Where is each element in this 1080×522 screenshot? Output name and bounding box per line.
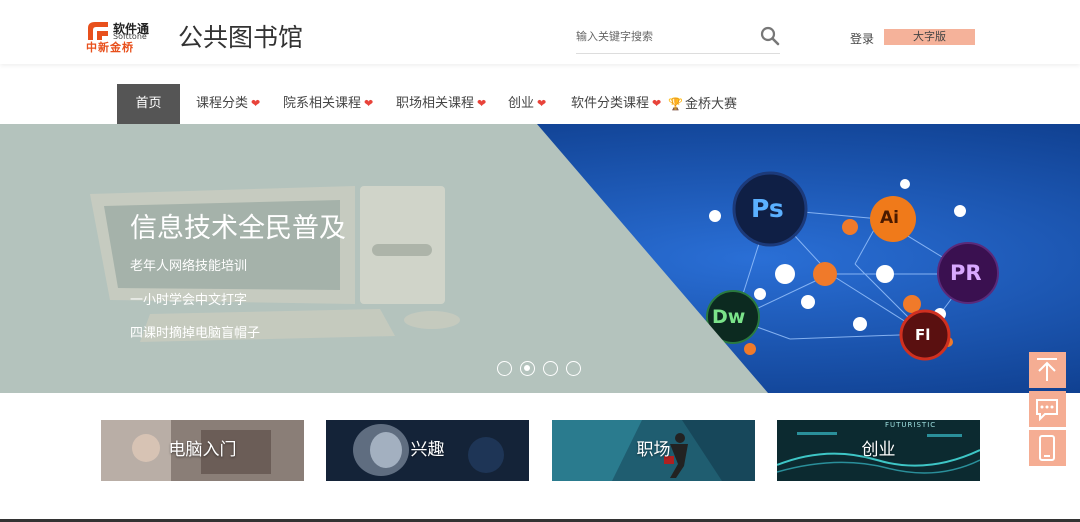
back-to-top-icon bbox=[1037, 358, 1057, 381]
chevron-down-icon: ❤ bbox=[364, 97, 374, 110]
logo[interactable]: 软件通 Softtone 中新金桥 bbox=[86, 20, 154, 54]
card-label: 职场 bbox=[636, 440, 671, 460]
nav-item-label: 院系相关课程 bbox=[283, 96, 362, 111]
nav-item-label: 课程分类 bbox=[196, 96, 249, 111]
nav-item-startup[interactable]: 创业 ❤ bbox=[508, 84, 546, 124]
illustrator-icon: Ai bbox=[880, 208, 899, 228]
chevron-down-icon: ❤ bbox=[477, 97, 487, 110]
card-label: 兴趣 bbox=[410, 440, 445, 460]
nav-item-competition[interactable]: 🏆 金桥大赛 bbox=[668, 84, 737, 124]
category-card-computer-basics[interactable]: 电脑入门 bbox=[101, 420, 304, 481]
photoshop-icon: Ps bbox=[751, 194, 784, 223]
message-button[interactable] bbox=[1029, 391, 1066, 427]
nav-item-software-courses[interactable]: 软件分类课程 ❤ bbox=[571, 84, 661, 124]
chevron-down-icon: ❤ bbox=[251, 97, 261, 110]
nav-item-course-category[interactable]: 课程分类 ❤ bbox=[196, 84, 260, 124]
login-link[interactable]: 登录 bbox=[850, 30, 874, 47]
category-card-interest[interactable]: 兴趣 bbox=[326, 420, 529, 481]
mobile-icon bbox=[1039, 435, 1055, 461]
banner-line: 一小时学会中文打字 bbox=[130, 293, 248, 308]
carousel-dot[interactable] bbox=[497, 361, 512, 376]
nav-item-career-courses[interactable]: 职场相关课程 ❤ bbox=[396, 84, 486, 124]
category-card-startup[interactable]: FUTURISTIC 创业 bbox=[777, 420, 980, 481]
flash-icon: Fl bbox=[915, 326, 931, 344]
back-to-top-button[interactable] bbox=[1029, 352, 1066, 388]
dreamweaver-icon: Dw bbox=[712, 306, 746, 328]
carousel-dot[interactable] bbox=[543, 361, 558, 376]
card-label: 电脑入门 bbox=[168, 440, 237, 460]
banner-title: 信息技术全民普及 bbox=[130, 213, 346, 244]
hero-banner[interactable]: 信息技术全民普及 老年人网络技能培训 一小时学会中文打字 四课时摘掉电脑盲帽子 … bbox=[0, 124, 1080, 393]
page-title: 公共图书馆 bbox=[178, 23, 304, 52]
search-input[interactable] bbox=[576, 26, 746, 46]
trophy-icon: 🏆 bbox=[668, 97, 683, 111]
search-box bbox=[576, 22, 780, 54]
message-icon bbox=[1036, 399, 1058, 422]
large-font-button[interactable]: 大字版 bbox=[884, 29, 975, 45]
nav-item-label: 金桥大赛 bbox=[684, 97, 737, 112]
category-card-career[interactable]: 职场 bbox=[552, 420, 755, 481]
mobile-button[interactable] bbox=[1029, 430, 1066, 466]
logo-text-company: 中新金桥 bbox=[86, 41, 134, 54]
banner-line: 老年人网络技能培训 bbox=[130, 259, 248, 274]
carousel-dot-active[interactable] bbox=[520, 361, 535, 376]
search-icon[interactable] bbox=[760, 26, 780, 46]
nav-item-label: 职场相关课程 bbox=[396, 96, 475, 111]
premiere-icon: PR bbox=[950, 261, 982, 285]
banner-line: 四课时摘掉电脑盲帽子 bbox=[130, 326, 261, 341]
nav-item-label: 创业 bbox=[508, 96, 535, 111]
chevron-down-icon: ❤ bbox=[652, 97, 662, 110]
nav-item-label: 首页 bbox=[135, 96, 162, 111]
chevron-down-icon: ❤ bbox=[537, 97, 547, 110]
carousel-dot[interactable] bbox=[566, 361, 581, 376]
header: 软件通 Softtone 中新金桥 公共图书馆 登录 大字版 bbox=[0, 0, 1080, 64]
nav-item-department-courses[interactable]: 院系相关课程 ❤ bbox=[283, 84, 373, 124]
nav-item-label: 软件分类课程 bbox=[571, 96, 650, 111]
nav-item-home[interactable]: 首页 bbox=[117, 84, 180, 124]
card-label: 创业 bbox=[861, 440, 896, 460]
